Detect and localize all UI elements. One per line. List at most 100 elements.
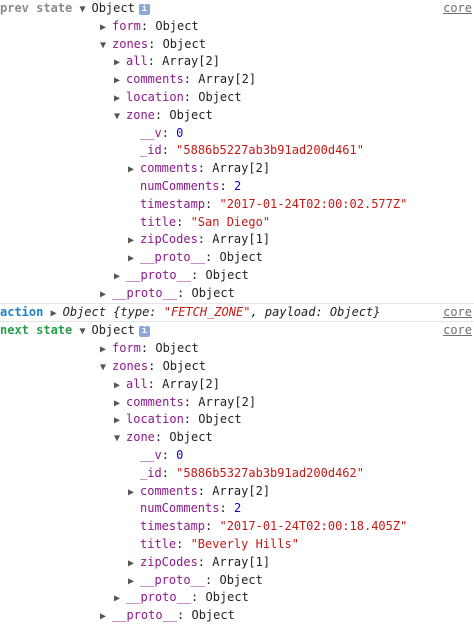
tree-row-zone-proto[interactable]: ▶ __proto__: Object [0,249,474,267]
prop-key: comments [140,161,198,176]
collapsed-triangle-icon[interactable]: ▶ [100,19,112,37]
tree-row-title: title: "Beverly Hills" [140,536,299,551]
collapsed-triangle-icon[interactable]: ▶ [114,72,126,90]
collapsed-triangle-icon[interactable]: ▶ [128,484,140,502]
tree-row-zones[interactable]: ▼ zones: Object [0,358,474,376]
action-summary-prefix: Object {type: [62,304,164,319]
tree-row-timestamp: timestamp: "2017-01-24T02:00:02.577Z" [140,196,408,211]
source-link[interactable]: core [443,304,472,322]
expanded-triangle-icon[interactable]: ▼ [100,37,112,55]
tree-row-zipcodes[interactable]: ▶ zipCodes: Array[1] [0,554,474,572]
root-object: Object [91,1,135,15]
collapsed-triangle-icon[interactable]: ▶ [128,573,140,591]
prop-key: zipCodes [140,554,198,569]
tree-row-all[interactable]: ▶ all: Array[2] [0,53,474,71]
prop-value: 2 [233,178,242,193]
tree-row-form[interactable]: ▶ form: Object [0,340,474,358]
action-row[interactable]: action ▶ Object {type: "FETCH_ZONE", payl… [0,304,474,322]
root-object: Object [91,323,135,338]
prop-key: __proto__ [140,572,206,587]
tree-row-numcomments: numComments: 2 [140,178,242,193]
collapsed-triangle-icon[interactable]: ▶ [100,341,112,359]
collapsed-triangle-icon[interactable]: ▶ [51,305,63,323]
collapsed-triangle-icon[interactable]: ▶ [114,395,126,413]
prop-value: Array[2] [212,483,271,498]
tree-row-location[interactable]: ▶ location: Object [0,411,474,429]
tree-row-form[interactable]: ▶ form: Object [0,18,474,36]
tree-row-zones-proto[interactable]: ▶ __proto__: Object [0,267,474,285]
next-state-entry: next state ▼ Object i core ▶ form: Object ▼… [0,321,474,625]
collapsed-triangle-icon[interactable]: ▶ [128,161,140,179]
next-state-label: next state [0,323,73,338]
prop-key: zipCodes [140,232,198,247]
prop-key: location [126,89,184,104]
prop-value: Object [155,341,199,356]
collapsed-triangle-icon[interactable]: ▶ [114,268,126,286]
prop-value: Object [155,18,199,33]
collapsed-triangle-icon[interactable]: ▶ [114,90,126,108]
tree-row-all[interactable]: ▶ all: Array[2] [0,376,474,394]
prop-value: Array[2] [198,72,257,87]
tree-row-root-proto[interactable]: ▶ __proto__: Object [0,285,474,303]
prop-value: 0 [176,447,184,462]
prop-value: "Beverly Hills" [190,536,299,551]
source-link[interactable]: core [443,0,472,18]
info-icon[interactable]: i [138,4,150,15]
collapsed-triangle-icon[interactable]: ▶ [128,250,140,268]
prop-value: 0 [176,125,184,140]
expanded-triangle-icon[interactable]: ▼ [114,430,126,448]
tree-row-comments[interactable]: ▶ comments: Array[2] [0,394,474,412]
prop-value: Object [191,608,235,623]
collapsed-triangle-icon[interactable]: ▶ [100,286,112,304]
prop-key: numComments [140,178,220,193]
prop-value: Array[2] [162,376,220,391]
prop-value: Object [169,430,213,445]
prop-value: Array[2] [198,394,257,409]
expanded-triangle-icon[interactable]: ▼ [100,359,112,377]
prop-value: Object [205,267,249,282]
action-entry: action ▶ Object {type: "FETCH_ZONE", payl… [0,302,474,322]
tree-row-zipcodes[interactable]: ▶ zipCodes: Array[1] [0,231,474,249]
prop-key: numComments [140,501,220,516]
source-link[interactable]: core [443,322,472,340]
prop-value: Array[2] [212,161,271,176]
prop-key: timestamp [140,196,206,211]
collapsed-triangle-icon[interactable]: ▶ [114,412,126,430]
action-summary-suffix: , payload: Object} [250,304,381,319]
collapsed-triangle-icon[interactable]: ▶ [114,377,126,395]
tree-row-root-proto[interactable]: ▶ __proto__: Object [0,607,474,625]
tree-row-v: __v: 0 [140,125,184,140]
prop-key: title [140,536,177,551]
action-label: action [0,304,44,319]
prop-value: "5886b5327ab3b91ad200d462" [176,465,364,480]
prop-value: Object [162,358,206,373]
prop-value: 2 [233,501,242,516]
collapsed-triangle-icon[interactable]: ▶ [128,555,140,573]
tree-row-comments[interactable]: ▶ comments: Array[2] [0,71,474,89]
prop-value: Object [169,107,213,122]
tree-row-zone[interactable]: ▼ zone: Object [0,107,474,125]
tree-row-zones-proto[interactable]: ▶ __proto__: Object [0,589,474,607]
devtools-console: prev state ▼ Object i core ▶ form: Object ▼… [0,0,474,636]
next-state-header[interactable]: next state ▼ Object i core [0,322,474,340]
collapsed-triangle-icon[interactable]: ▶ [128,232,140,250]
expanded-triangle-icon[interactable]: ▼ [79,1,91,19]
collapsed-triangle-icon[interactable]: ▶ [100,608,112,626]
expanded-triangle-icon[interactable]: ▼ [79,323,91,341]
tree-row-zone-comments[interactable]: ▶ comments: Array[2] [0,483,474,501]
tree-row-timestamp: timestamp: "2017-01-24T02:00:18.405Z" [140,519,408,534]
tree-row-zone-comments[interactable]: ▶ comments: Array[2] [0,160,474,178]
info-icon[interactable]: i [138,326,150,338]
tree-row-location[interactable]: ▶ location: Object [0,89,474,107]
tree-row-zones[interactable]: ▼ zones: Object [0,36,474,54]
prev-state-header[interactable]: prev state ▼ Object i core [0,0,474,18]
collapsed-triangle-icon[interactable]: ▶ [114,590,126,608]
collapsed-triangle-icon[interactable]: ▶ [114,54,126,72]
prop-value: "2017-01-24T02:00:02.577Z" [219,196,408,211]
tree-row-zone-proto[interactable]: ▶ __proto__: Object [0,572,474,590]
prop-key: __proto__ [126,267,192,282]
prop-key: zones [112,36,149,51]
prop-value: Array[1] [212,554,271,569]
expanded-triangle-icon[interactable]: ▼ [114,108,126,126]
tree-row-zone[interactable]: ▼ zone: Object [0,429,474,447]
